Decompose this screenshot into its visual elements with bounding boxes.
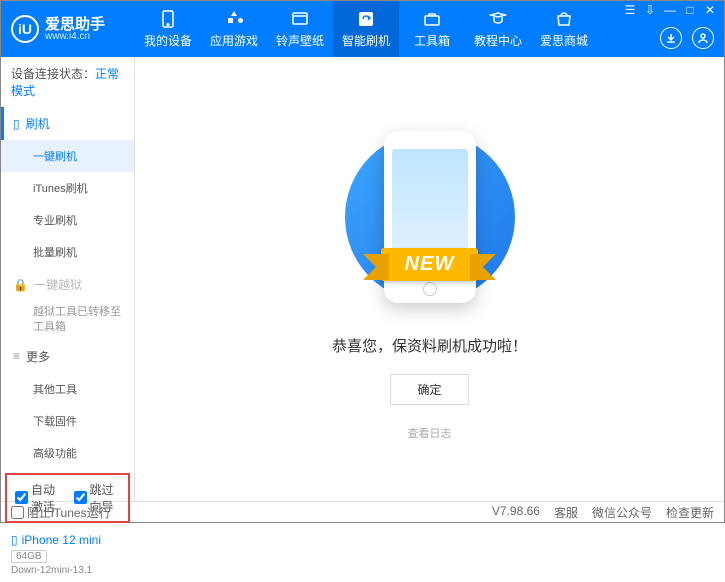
tab-ringtones[interactable]: 铃声壁纸 xyxy=(267,1,333,57)
tab-flash[interactable]: 智能刷机 xyxy=(333,1,399,57)
phone-icon xyxy=(158,9,178,29)
wechat-link[interactable]: 微信公众号 xyxy=(592,504,652,521)
new-ribbon: NEW xyxy=(381,248,479,281)
sidebar-item-download-fw[interactable]: 下载固件 xyxy=(1,405,134,437)
support-link[interactable]: 客服 xyxy=(554,504,578,521)
minimize-icon[interactable]: — xyxy=(662,3,678,17)
sidebar-item-advanced[interactable]: 高级功能 xyxy=(1,437,134,469)
tab-apps[interactable]: 应用游戏 xyxy=(201,1,267,57)
device-storage: 64GB xyxy=(11,550,47,563)
more-icon: ≡ xyxy=(13,349,20,363)
device-detail: Down-12mini-13,1 xyxy=(11,565,124,576)
connection-status: 设备连接状态：正常模式 xyxy=(1,57,134,107)
main-tabs: 我的设备 应用游戏 铃声壁纸 智能刷机 工具箱 教程中心 爱思商城 xyxy=(135,1,597,57)
logo-icon: iU xyxy=(11,15,39,43)
tab-store[interactable]: 爱思商城 xyxy=(531,1,597,57)
checkbox-block-itunes[interactable]: 阻止iTunes运行 xyxy=(11,504,111,521)
sidebar-section-more[interactable]: ≡ 更多 xyxy=(1,340,134,373)
brand-title: 爱思助手 xyxy=(45,17,105,32)
toolbox-icon xyxy=(422,9,442,29)
apps-icon xyxy=(224,9,244,29)
sidebar-item-oneclick-flash[interactable]: 一键刷机 xyxy=(1,140,134,172)
success-illustration: NEW xyxy=(350,117,510,317)
store-icon xyxy=(554,9,574,29)
wallpaper-icon xyxy=(290,9,310,29)
brand: iU 爱思助手 www.i4.cn xyxy=(1,15,135,43)
sidebar-item-batch-flash[interactable]: 批量刷机 xyxy=(1,236,134,268)
tab-toolbox[interactable]: 工具箱 xyxy=(399,1,465,57)
window-controls: ☰ ⇩ — □ ✕ xyxy=(622,3,718,17)
close-icon[interactable]: ✕ xyxy=(702,3,718,17)
menu-icon[interactable]: ☰ xyxy=(622,3,638,17)
device-phone-icon: ▯ xyxy=(11,533,18,547)
sidebar-section-jailbreak[interactable]: 🔒 一键越狱 xyxy=(1,268,134,301)
maximize-icon[interactable]: □ xyxy=(682,3,698,17)
footer: 阻止iTunes运行 V7.98.66 客服 微信公众号 检查更新 xyxy=(1,501,724,523)
flash-icon xyxy=(356,9,376,29)
sidebar: 设备连接状态：正常模式 ▯ 刷机 一键刷机 iTunes刷机 专业刷机 批量刷机… xyxy=(1,57,135,501)
app-header: iU 爱思助手 www.i4.cn 我的设备 应用游戏 铃声壁纸 智能刷机 工具… xyxy=(1,1,724,57)
version-label: V7.98.66 xyxy=(492,504,540,521)
ok-button[interactable]: 确定 xyxy=(390,374,468,405)
lock-icon[interactable]: ⇩ xyxy=(642,3,658,17)
sidebar-section-flash[interactable]: ▯ 刷机 xyxy=(1,107,134,140)
lock-small-icon: 🔒 xyxy=(13,278,28,292)
tab-tutorials[interactable]: 教程中心 xyxy=(465,1,531,57)
check-update-link[interactable]: 检查更新 xyxy=(666,504,714,521)
header-actions xyxy=(660,27,714,49)
download-button[interactable] xyxy=(660,27,682,49)
sidebar-item-itunes-flash[interactable]: iTunes刷机 xyxy=(1,172,134,204)
tutorial-icon xyxy=(488,9,508,29)
user-button[interactable] xyxy=(692,27,714,49)
brand-subtitle: www.i4.cn xyxy=(45,32,105,42)
success-message: 恭喜您，保资料刷机成功啦！ xyxy=(332,335,527,356)
device-info[interactable]: ▯iPhone 12 mini 64GB Down-12mini-13,1 xyxy=(1,527,134,582)
tab-my-device[interactable]: 我的设备 xyxy=(135,1,201,57)
main-content: NEW 恭喜您，保资料刷机成功啦！ 确定 查看日志 xyxy=(135,57,724,501)
sidebar-item-other-tools[interactable]: 其他工具 xyxy=(1,373,134,405)
sidebar-item-pro-flash[interactable]: 专业刷机 xyxy=(1,204,134,236)
jailbreak-note: 越狱工具已转移至 工具箱 xyxy=(1,301,134,340)
view-log-link[interactable]: 查看日志 xyxy=(408,425,452,441)
phone-small-icon: ▯ xyxy=(13,117,20,131)
